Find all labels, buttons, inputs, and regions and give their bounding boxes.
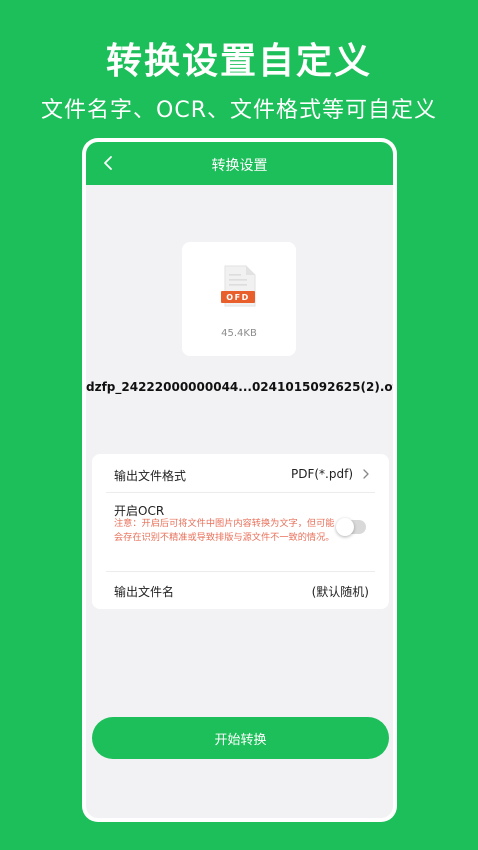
ocr-note: 注意：开启后可将文件中图片内容转换为文字，但可能会存在识别不精准或导致排版与源文…	[114, 518, 335, 543]
file-preview-card: OFD 45.4KB	[182, 242, 296, 356]
filename-label: 输出文件名	[114, 585, 175, 599]
phone-frame: 转换设置 OFD 45.4KB dzfp_24222000000044...02…	[82, 138, 397, 822]
ofd-file-icon: OFD	[221, 265, 256, 307]
ofd-badge-label: OFD	[226, 293, 249, 302]
format-label: 输出文件格式	[114, 469, 187, 483]
format-value[interactable]: PDF(*.pdf)	[291, 467, 353, 481]
chevron-right-icon[interactable]	[361, 469, 371, 479]
file-size: 45.4KB	[221, 328, 257, 339]
top-bar: 转换设置	[86, 142, 393, 185]
app-screen: 转换设置 OFD 45.4KB dzfp_24222000000044...02…	[86, 142, 393, 818]
divider	[106, 571, 375, 572]
start-convert-button[interactable]: 开始转换	[92, 717, 389, 759]
filename-value[interactable]: (默认随机)	[312, 583, 369, 600]
promo-subtitle: 文件名字、OCR、文件格式等可自定义	[41, 98, 437, 123]
promo-title: 转换设置自定义	[105, 41, 372, 82]
page-title: 转换设置	[211, 158, 268, 174]
toggle-knob	[336, 518, 354, 536]
ocr-toggle[interactable]	[336, 518, 366, 536]
file-name: dzfp_24222000000044...0241015092625(2).o…	[86, 380, 393, 394]
settings-card: 输出文件格式 PDF(*.pdf) 开启OCR 注意：开启后可将文件中图片内容转…	[92, 454, 389, 609]
divider	[106, 492, 375, 493]
